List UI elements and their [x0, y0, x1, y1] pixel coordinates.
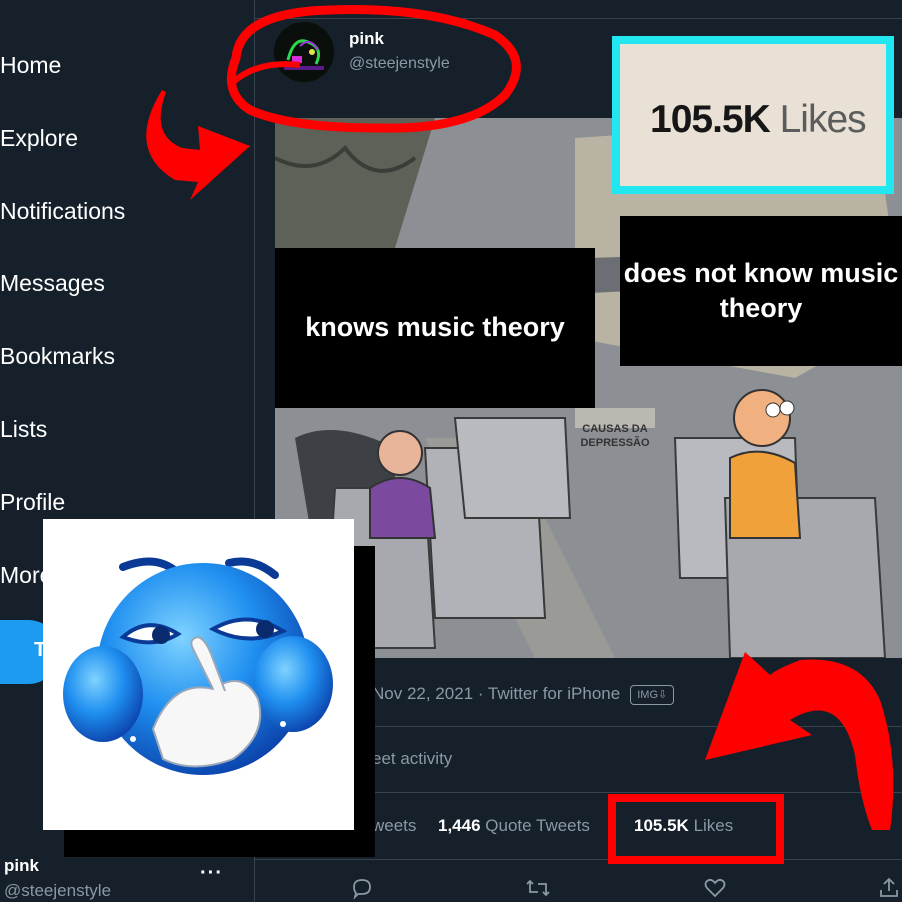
retweet-icon[interactable]	[525, 876, 551, 900]
date-source[interactable]: Nov 22, 2021 · Twitter for iPhone	[372, 684, 620, 703]
likes-label: Likes	[693, 816, 734, 835]
laughing-emoji	[63, 557, 333, 775]
top-divider	[254, 18, 902, 19]
quote-tweets-stat[interactable]: 1,446 Quote Tweets	[438, 816, 590, 836]
retweets-label: weets	[372, 816, 417, 835]
likes-callout-label: Likes	[779, 98, 867, 141]
img-badge[interactable]: IMG⇩	[630, 684, 675, 705]
avatar[interactable]	[274, 22, 334, 82]
nav-profile[interactable]: Profile	[0, 489, 65, 516]
quote-label: Quote Tweets	[485, 816, 590, 835]
tweet-image[interactable]: CAUSAS DA DEPRESSÃO knows music theory d…	[275, 118, 902, 658]
likes-count: 105.5K	[634, 816, 689, 835]
laughing-emoji-sticker	[43, 519, 354, 830]
likes-callout-count: 105.5K	[650, 98, 771, 141]
nav-bookmarks[interactable]: Bookmarks	[0, 343, 115, 370]
likes-stat[interactable]: 105.5K Likes	[634, 816, 733, 836]
nav-home[interactable]: Home	[0, 52, 61, 79]
author-name[interactable]: pink	[349, 29, 384, 49]
account-more-icon[interactable]: ···	[200, 862, 223, 885]
nav-explore[interactable]: Explore	[0, 125, 78, 152]
like-icon[interactable]	[703, 876, 727, 900]
likes-callout-text: 105.5K Likes	[650, 98, 867, 142]
account-name[interactable]: pink	[4, 856, 39, 876]
author-handle[interactable]: @steejenstyle	[349, 55, 450, 73]
nav-notifications[interactable]: Notifications	[0, 198, 125, 225]
meme-caption-left: knows music theory	[275, 248, 595, 408]
sign-text-2: DEPRESSÃO	[580, 436, 650, 449]
tweet-actions	[255, 860, 902, 902]
tweet-date-source: Nov 22, 2021 · Twitter for iPhone IMG⇩	[372, 684, 675, 705]
avatar-art-icon	[274, 22, 334, 82]
tweet-activity-link[interactable]: eet activity	[372, 749, 452, 769]
nav-messages[interactable]: Messages	[0, 270, 105, 297]
retweets-stat[interactable]: weets	[372, 816, 416, 836]
reply-icon[interactable]	[350, 876, 374, 900]
share-icon[interactable]	[877, 876, 901, 900]
sign-text: CAUSAS DA	[582, 423, 647, 435]
nav-lists[interactable]: Lists	[0, 416, 47, 443]
quote-count: 1,446	[438, 816, 481, 835]
account-handle[interactable]: @steejenstyle	[4, 881, 111, 901]
likes-callout: 105.5K Likes	[612, 36, 894, 194]
meme-caption-right: does not know music theory	[620, 216, 902, 366]
